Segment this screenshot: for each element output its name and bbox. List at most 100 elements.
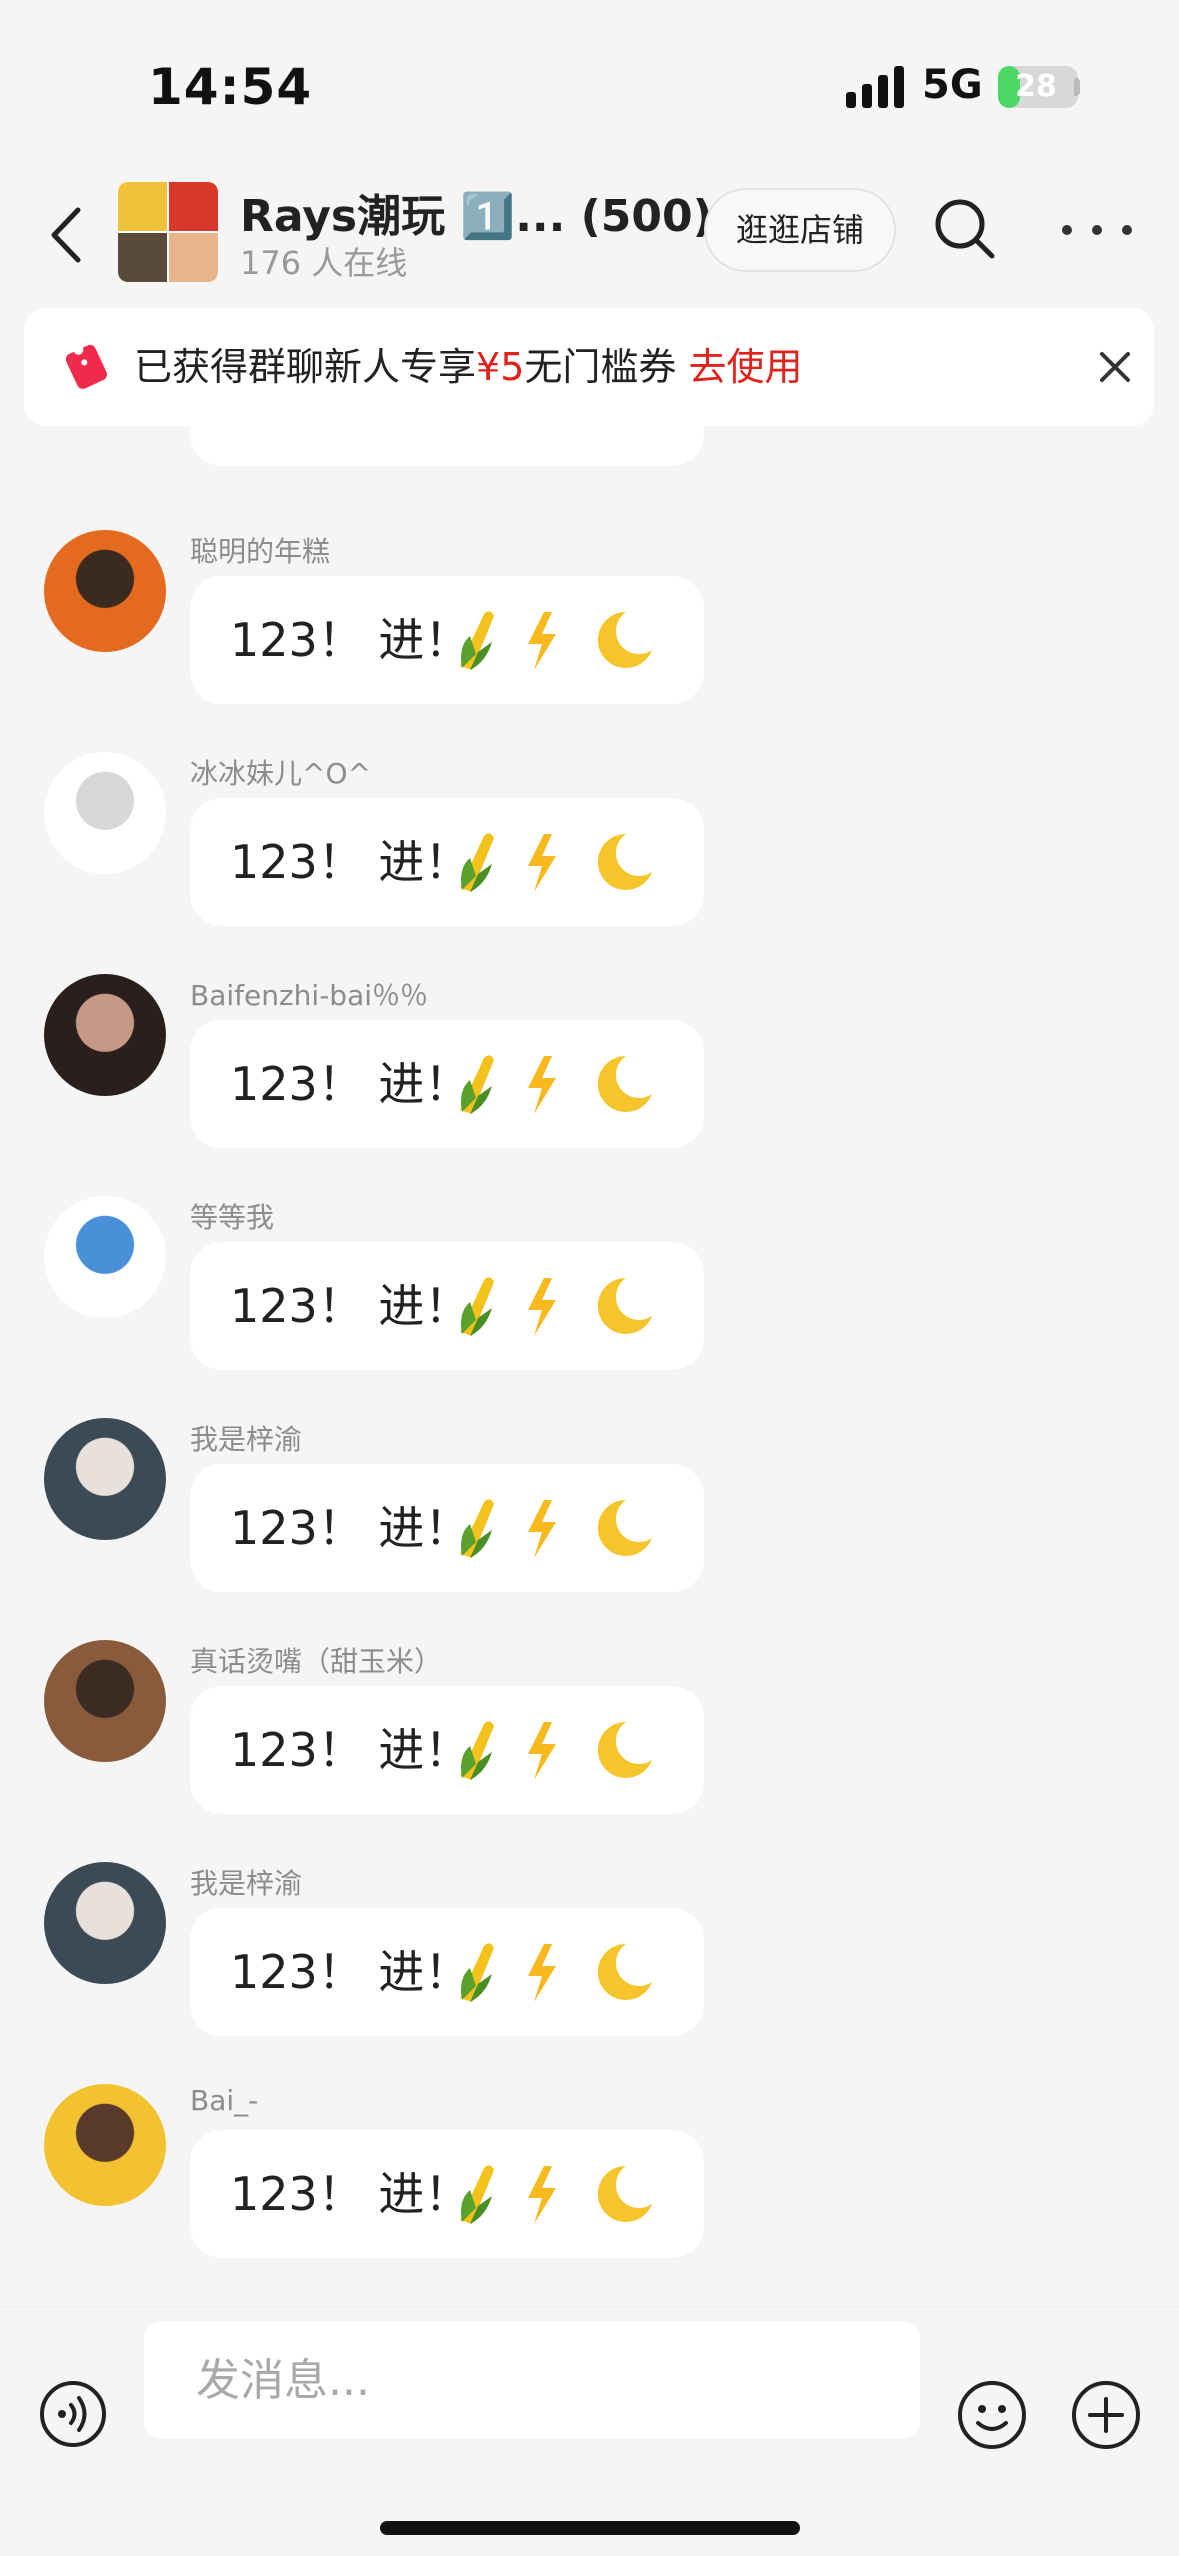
group-avatar-tile [118, 233, 167, 282]
lightning-icon [528, 1056, 556, 1114]
sender-name[interactable]: 冰冰妹儿^O^ [190, 752, 371, 792]
corn-icon [460, 1721, 494, 1780]
voice-icon[interactable] [38, 2379, 108, 2449]
message-text: 123！ 进！ [230, 2167, 471, 2221]
battery-cap [1074, 78, 1080, 96]
home-indicator [380, 2521, 800, 2535]
message-row: Baifenzhi-bai％％ 123！ 进！ [0, 974, 1179, 1196]
lightning-icon [528, 834, 556, 892]
message-input[interactable] [144, 2321, 920, 2439]
sender-avatar[interactable] [44, 1640, 166, 1762]
use-coupon-link[interactable]: 去使用 [688, 345, 802, 389]
close-icon[interactable] [1092, 344, 1138, 390]
coupon-text-prefix: 已获得群聊新人专享 [134, 345, 477, 389]
lightning-icon [528, 612, 556, 670]
group-avatar-tile [118, 182, 167, 231]
sender-name[interactable]: 我是梓渝 [190, 1418, 302, 1458]
message-bubble[interactable]: 123！ 进！ [190, 1020, 704, 1148]
coupon-text-suffix: 无门槛券 [524, 345, 677, 389]
message-bubble[interactable]: 123！ 进！ [190, 2130, 704, 2258]
message-emojis [460, 833, 652, 892]
coupon-icon [65, 344, 107, 389]
online-count: 176 人在线 [240, 244, 408, 282]
message-text: 123！ 进！ [230, 1945, 471, 1999]
message-bubble[interactable]: 123！ 进！ [190, 798, 704, 926]
moon-icon [597, 2165, 652, 2222]
message-row: 等等我 123！ 进！ [0, 1196, 1179, 1418]
sender-name[interactable]: 等等我 [190, 1196, 274, 1236]
message-emojis [460, 1721, 652, 1780]
sender-avatar[interactable] [44, 974, 166, 1096]
more-button[interactable] [1062, 200, 1132, 260]
status-bar: 14:54 5G 28 [0, 0, 1179, 170]
corn-icon [460, 1943, 494, 2002]
moon-icon [597, 1055, 652, 1112]
lightning-icon [528, 1500, 556, 1558]
moon-icon [597, 1943, 652, 2000]
message-text: 123！ 进！ [230, 1279, 471, 1333]
shop-button[interactable]: 逛逛店铺 [704, 188, 896, 272]
message-text: 123！ 进！ [230, 1057, 471, 1111]
sender-avatar[interactable] [44, 1196, 166, 1318]
corn-icon [460, 2165, 494, 2224]
plus-icon[interactable] [1070, 2379, 1142, 2451]
message-text: 123！ 进！ [230, 613, 471, 667]
more-dot-icon [1092, 225, 1102, 235]
message-emojis [460, 2165, 652, 2224]
more-dot-icon [1062, 225, 1072, 235]
sender-name[interactable]: 我是梓渝 [190, 1862, 302, 1902]
message-row: 真话烫嘴（甜玉米） 123！ 进！ [0, 1640, 1179, 1862]
message-bubble-partial[interactable] [190, 426, 704, 466]
message-bubble[interactable]: 123！ 进！ [190, 1464, 704, 1592]
group-avatar-tile [169, 233, 218, 282]
network-label: 5G [922, 62, 983, 108]
message-bubble[interactable]: 123！ 进！ [190, 576, 704, 704]
sender-avatar[interactable] [44, 530, 166, 652]
coupon-text: 已获得群聊新人专享¥5无门槛券 去使用 [134, 308, 803, 426]
group-title[interactable]: Rays潮玩 1️⃣... (500) [240, 180, 713, 244]
sender-name[interactable]: 真话烫嘴（甜玉米） [190, 1640, 442, 1680]
sender-name[interactable]: Baifenzhi-bai％％ [190, 974, 428, 1014]
moon-icon [597, 833, 652, 890]
message-bubble[interactable]: 123！ 进！ [190, 1686, 704, 1814]
moon-icon [597, 611, 652, 668]
message-text: 123！ 进！ [230, 1723, 471, 1777]
sender-name[interactable]: Bai_- [190, 2084, 258, 2117]
message-bubble[interactable]: 123！ 进！ [190, 1908, 704, 2036]
corn-icon [460, 1055, 494, 1114]
battery-icon: 28 [998, 66, 1078, 108]
message-emojis [460, 611, 652, 670]
message-row: 冰冰妹儿^O^ 123！ 进！ [0, 752, 1179, 974]
corn-icon [460, 1499, 494, 1558]
moon-icon [597, 1277, 652, 1334]
moon-icon [597, 1721, 652, 1778]
sender-avatar[interactable] [44, 752, 166, 874]
message-row: Bai_- 123！ 进！ [0, 2084, 1179, 2306]
sender-name[interactable]: 聪明的年糕 [190, 530, 330, 570]
group-avatar[interactable] [118, 182, 218, 282]
sender-avatar[interactable] [44, 1418, 166, 1540]
back-button[interactable] [40, 200, 90, 270]
corn-icon [460, 1277, 494, 1336]
emoji-icon[interactable] [956, 2379, 1028, 2451]
more-dot-icon [1122, 225, 1132, 235]
message-row: 聪明的年糕 123！ 进！ [0, 530, 1179, 752]
moon-icon [597, 1499, 652, 1556]
message-row: 我是梓渝 123！ 进！ [0, 1862, 1179, 2084]
corn-icon [460, 833, 494, 892]
battery-level: 28 [1015, 69, 1057, 104]
message-emojis [460, 1499, 652, 1558]
corn-icon [460, 611, 494, 670]
search-icon[interactable] [930, 194, 1000, 264]
signal-icon [846, 66, 904, 108]
sender-avatar[interactable] [44, 2084, 166, 2206]
lightning-icon [528, 1944, 556, 2002]
chat-header: Rays潮玩 1️⃣... (500) 176 人在线 逛逛店铺 [0, 170, 1179, 305]
chevron-left-icon [51, 207, 81, 263]
sender-avatar[interactable] [44, 1862, 166, 1984]
message-list[interactable]: 聪明的年糕 123！ 进！ 冰冰妹儿^O^ 123！ 进！ Baifenzhi-bai％… [0, 426, 1179, 2306]
message-text: 123！ 进！ [230, 835, 471, 889]
message-bubble[interactable]: 123！ 进！ [190, 1242, 704, 1370]
message-emojis [460, 1943, 652, 2002]
coupon-amount: ¥5 [476, 345, 525, 389]
